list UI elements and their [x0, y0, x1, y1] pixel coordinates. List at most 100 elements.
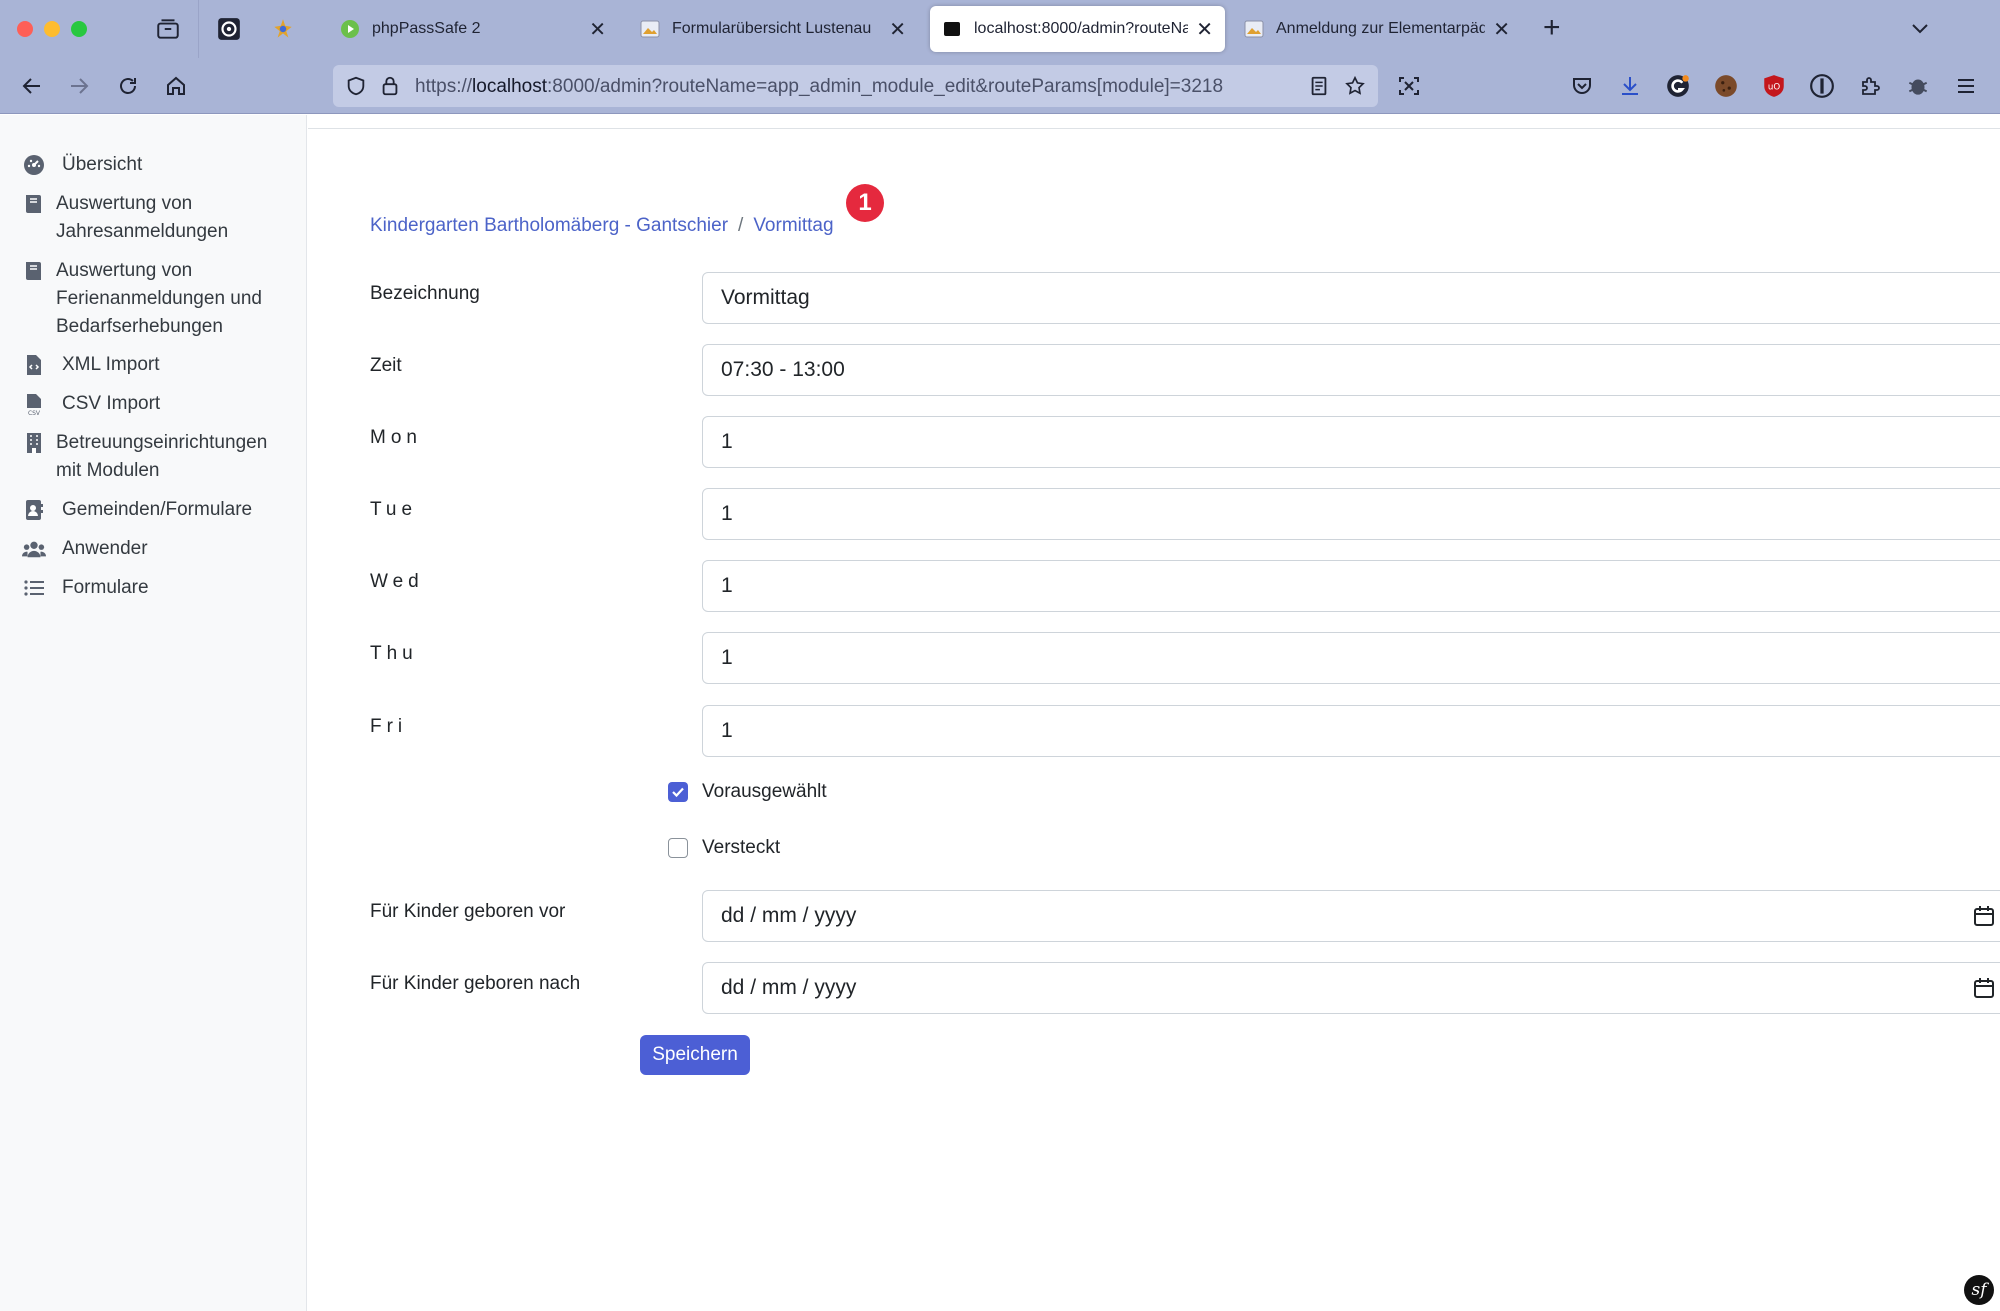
born-after-date-input[interactable]: dd / mm / yyyy	[702, 962, 2000, 1014]
reader-view-icon[interactable]	[1308, 75, 1330, 97]
tab-anmeldung[interactable]: Anmeldung zur Elementarpädagogik ✕	[1232, 6, 1522, 52]
breadcrumb-separator: /	[738, 215, 744, 236]
shield-icon[interactable]	[345, 75, 367, 97]
pocket-button[interactable]	[1568, 72, 1596, 100]
sidebar-item-gemeinden-formulare[interactable]: Gemeinden/Formulare	[22, 496, 292, 524]
image-icon	[640, 20, 660, 38]
extension-cookie-button[interactable]	[1712, 72, 1740, 100]
sidebar-item-csv-import[interactable]: CSV CSV Import	[22, 390, 292, 418]
vorausgewaehlt-label: Vorausgewählt	[702, 781, 827, 802]
sidebar-item-xml-import[interactable]: XML Import	[22, 351, 292, 379]
close-tab-icon[interactable]: ✕	[1196, 17, 1213, 42]
breadcrumb-current-link[interactable]: Vormittag	[753, 215, 833, 236]
calendar-icon[interactable]	[1972, 904, 1996, 928]
wed-input[interactable]: 1	[702, 560, 2000, 612]
ublock-icon: uO	[1764, 75, 1784, 97]
pinned-tab-camera-icon[interactable]	[216, 16, 242, 42]
browser-toolbar: https://localhost:8000/admin?routeName=a…	[0, 58, 2000, 114]
star-icon[interactable]	[1344, 75, 1366, 97]
sidebar-item-anwender[interactable]: Anwender	[22, 535, 292, 563]
new-tab-button[interactable]: +	[1543, 13, 1561, 43]
fri-input[interactable]: 1	[702, 705, 2000, 757]
save-button[interactable]: Speichern	[640, 1035, 750, 1075]
ublock-button[interactable]: uO	[1760, 72, 1788, 100]
extension-bug-button[interactable]	[1904, 72, 1932, 100]
vorausgewaehlt-checkbox-row[interactable]: Vorausgewählt	[668, 781, 827, 803]
play-icon	[341, 20, 359, 38]
sidebar-item-label: Anwender	[62, 538, 148, 559]
maximize-window-button[interactable]	[71, 21, 87, 37]
date-placeholder: dd / mm / yyyy	[721, 904, 857, 927]
sidebar-item-label: XML Import	[62, 354, 160, 375]
sidebar-item-label: Formulare	[62, 577, 149, 598]
svg-text:CSV: CSV	[28, 410, 41, 416]
thu-input[interactable]: 1	[702, 632, 2000, 684]
sidebar-item-jahresanmeldungen[interactable]: Auswertung von Jahresanmeldungen	[22, 190, 286, 246]
calendar-icon[interactable]	[1972, 976, 1996, 1000]
breadcrumb-parent-link[interactable]: Kindergarten Bartholomäberg - Gantschier	[370, 215, 728, 236]
form-row-born-after: Für Kinder geboren nach dd / mm / yyyy	[370, 962, 2000, 1014]
mon-input[interactable]: 1	[702, 416, 2000, 468]
sidebar-item-label: CSV Import	[62, 393, 161, 414]
extension-g-button[interactable]	[1664, 72, 1692, 100]
reload-button[interactable]	[114, 72, 142, 100]
form-row-wed: Wed 1	[370, 560, 2000, 612]
date-placeholder: dd / mm / yyyy	[721, 976, 857, 999]
home-icon	[167, 76, 185, 95]
close-tab-icon[interactable]: ✕	[1493, 17, 1510, 42]
bezeichnung-label: Bezeichnung	[370, 283, 480, 304]
puzzle-icon	[1862, 77, 1880, 95]
close-tab-icon[interactable]: ✕	[889, 17, 906, 42]
close-tab-icon[interactable]: ✕	[589, 17, 606, 42]
address-bar[interactable]: https://localhost:8000/admin?routeName=a…	[333, 65, 1378, 107]
wed-label: Wed	[370, 571, 424, 592]
zeit-input[interactable]: 07:30 - 13:00	[702, 344, 2000, 396]
screenshot-button[interactable]	[1395, 72, 1423, 100]
pocket-icon	[1573, 78, 1591, 94]
extensions-button[interactable]	[1856, 72, 1884, 100]
downloads-button[interactable]	[1616, 72, 1644, 100]
sidebar-item-formulare[interactable]: Formulare	[22, 574, 292, 602]
url-text[interactable]: https://localhost:8000/admin?routeName=a…	[415, 76, 1223, 98]
vorausgewaehlt-checkbox[interactable]	[668, 782, 688, 802]
url-rest: :8000/admin?routeName=app_admin_module_e…	[547, 76, 1224, 97]
tab-formularuebersicht[interactable]: Formularübersicht Lustenau ✕	[628, 6, 918, 52]
sidebar-item-label: Gemeinden/Formulare	[62, 499, 253, 520]
chevron-down-icon[interactable]	[1908, 16, 1932, 40]
form-row-tue: Tue 1	[370, 488, 2000, 540]
form-row-born-before: Für Kinder geboren vor dd / mm / yyyy	[370, 890, 2000, 942]
extension-circle-button[interactable]	[1808, 72, 1836, 100]
book-icon	[26, 262, 41, 280]
tab-manager-icon[interactable]	[155, 16, 181, 42]
symfony-toolbar-icon[interactable]: sf	[1964, 1275, 1994, 1305]
tab-phppasssafe[interactable]: phpPassSafe 2 ✕	[328, 6, 618, 52]
sidebar-item-uebersicht[interactable]: Übersicht	[22, 151, 292, 179]
svg-text:uO: uO	[1768, 82, 1780, 92]
sidebar-item-label: Betreuungseinrichtungen mit Modulen	[56, 432, 268, 481]
close-window-button[interactable]	[17, 21, 33, 37]
list-icon	[24, 580, 44, 596]
minimize-window-button[interactable]	[44, 21, 60, 37]
tab-title: Formularübersicht Lustenau	[672, 20, 872, 37]
pinned-tab-logo-icon[interactable]	[270, 16, 296, 42]
form-row-thu: Thu 1	[370, 632, 2000, 684]
home-button[interactable]	[162, 72, 190, 100]
users-icon	[22, 541, 46, 558]
dashboard-icon	[24, 155, 44, 175]
versteckt-checkbox-row[interactable]: Versteckt	[668, 837, 780, 859]
menu-button[interactable]	[1952, 72, 1980, 100]
sidebar-item-betreuungseinrichtungen[interactable]: Betreuungseinrichtungen mit Modulen	[22, 429, 286, 485]
tab-localhost-admin[interactable]: localhost:8000/admin?routeName=app_admin…	[930, 6, 1225, 52]
sidebar-item-ferienanmeldungen[interactable]: Auswertung von Ferienanmeldungen und Bed…	[22, 257, 286, 341]
back-button[interactable]	[18, 72, 46, 100]
tue-input[interactable]: 1	[702, 488, 2000, 540]
lock-icon[interactable]	[379, 75, 401, 97]
image-icon	[1244, 20, 1264, 38]
bezeichnung-input[interactable]: Vormittag	[702, 272, 2000, 324]
thu-label: Thu	[370, 643, 418, 664]
forward-button[interactable]	[65, 72, 93, 100]
born-before-date-input[interactable]: dd / mm / yyyy	[702, 890, 2000, 942]
born-after-label: Für Kinder geboren nach	[370, 973, 581, 994]
form-row-mon: Mon 1	[370, 416, 2000, 468]
versteckt-checkbox[interactable]	[668, 838, 688, 858]
